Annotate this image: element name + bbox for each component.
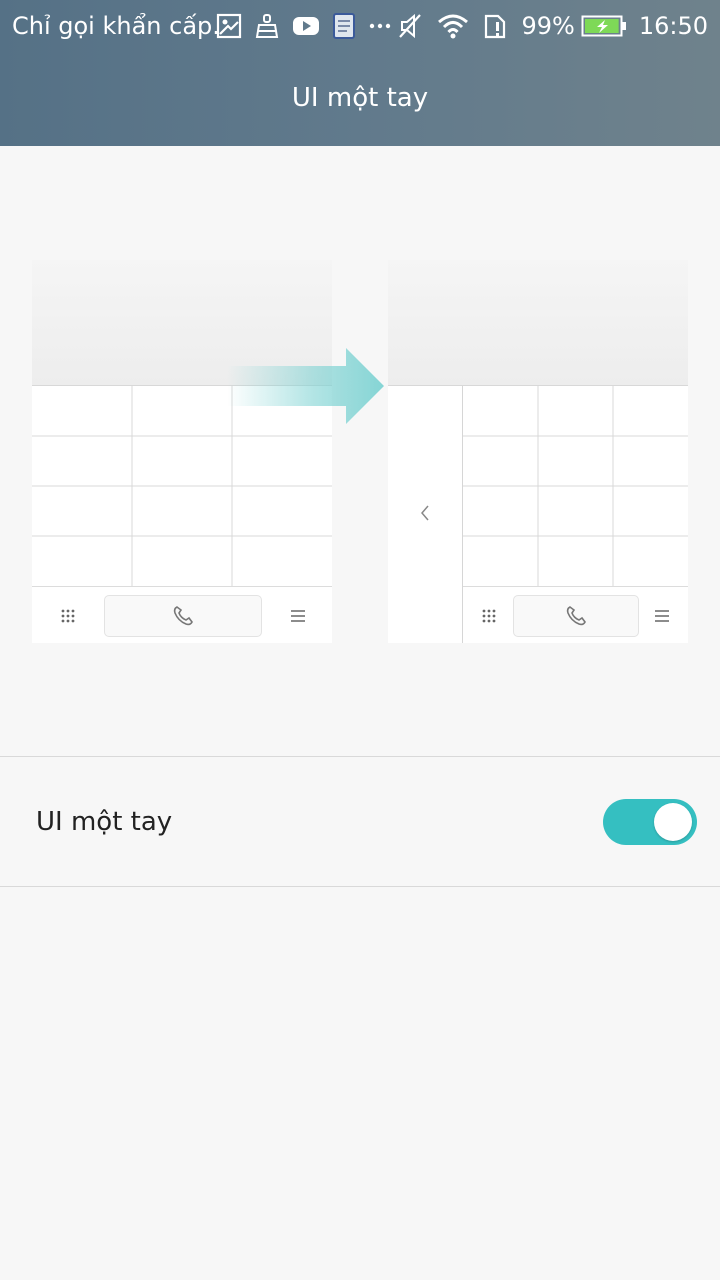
cleaner-icon bbox=[255, 14, 279, 38]
youtube-icon bbox=[293, 17, 319, 35]
dialpad-icon bbox=[482, 609, 496, 623]
transition-arrow-icon bbox=[227, 348, 384, 424]
sim-alert-icon bbox=[485, 14, 506, 39]
dialpad-icon bbox=[61, 609, 75, 623]
carrier-status-text: Chỉ gọi khẩn cấp. bbox=[12, 12, 220, 40]
mute-icon bbox=[399, 13, 422, 39]
notification-icons bbox=[216, 12, 404, 40]
wifi-icon bbox=[438, 14, 469, 39]
setting-label: UI một tay bbox=[36, 807, 173, 837]
menu-icon bbox=[291, 610, 305, 622]
collapse-side-strip bbox=[388, 386, 463, 643]
battery-percent: 99% bbox=[521, 12, 575, 40]
one-hand-ui-toggle[interactable] bbox=[603, 799, 697, 845]
battery-charging-icon bbox=[581, 15, 626, 37]
dialer-bottom-bar-compact bbox=[463, 586, 688, 644]
call-button bbox=[513, 595, 639, 637]
toggle-knob bbox=[654, 803, 692, 841]
dialer-bottom-bar bbox=[32, 586, 332, 644]
chevron-left-icon bbox=[421, 505, 429, 521]
phone-icon bbox=[566, 606, 586, 626]
dialpad-grid-compact bbox=[463, 386, 688, 586]
phone-screen-top bbox=[388, 260, 688, 386]
divider-bottom bbox=[0, 886, 720, 887]
phone-icon bbox=[173, 606, 193, 626]
gallery-icon bbox=[216, 13, 242, 39]
call-button bbox=[104, 595, 262, 637]
status-bar: Chỉ gọi khẩn cấp. 99% 16:50 bbox=[0, 0, 720, 52]
app-header: Chỉ gọi khẩn cấp. 99% 16:50 UI một tay bbox=[0, 0, 720, 146]
phone-normal-layout bbox=[32, 260, 332, 643]
system-status: 99% 16:50 bbox=[383, 10, 708, 42]
menu-icon bbox=[655, 610, 669, 622]
setting-row-one-hand-ui[interactable]: UI một tay bbox=[0, 757, 720, 886]
page-title: UI một tay bbox=[291, 83, 429, 113]
phone-one-hand-layout bbox=[388, 260, 688, 643]
notes-icon bbox=[333, 13, 355, 39]
clock: 16:50 bbox=[638, 12, 708, 40]
